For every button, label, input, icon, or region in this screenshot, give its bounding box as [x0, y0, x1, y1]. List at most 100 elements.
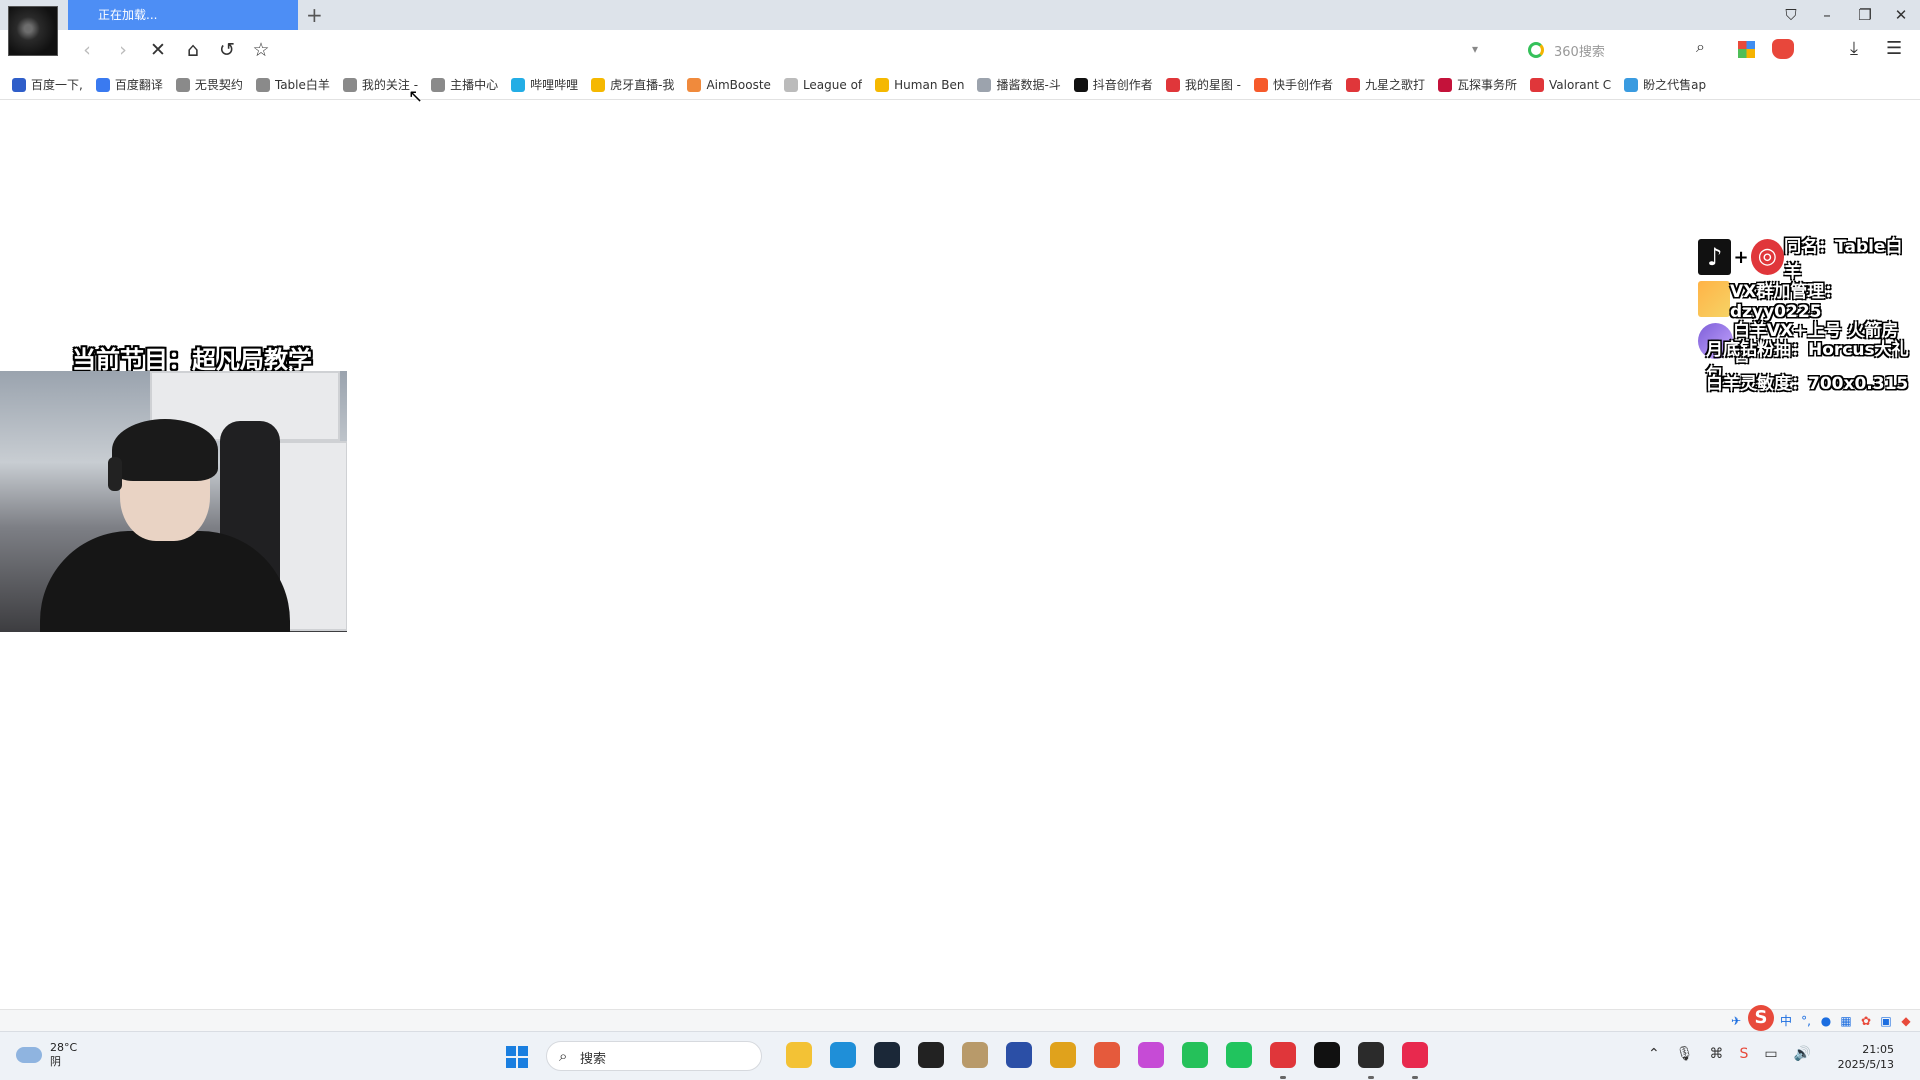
- back-button[interactable]: ‹: [74, 37, 100, 63]
- status-bar: ✈ S 中 °, ● ▦ ✿ ▣ ◆: [0, 1005, 1920, 1031]
- tab-loading[interactable]: 正在加载...: [68, 0, 298, 30]
- pin-icon[interactable]: ⛉: [1772, 0, 1810, 30]
- bookmark-item[interactable]: 虎牙直播-我: [591, 74, 674, 96]
- reload-icon[interactable]: ↺: [214, 37, 240, 63]
- system-tray: ⌃ 🎙 ⌘ S ▭ 🔊: [1648, 1046, 1811, 1062]
- restore-button[interactable]: ❐: [1846, 0, 1884, 30]
- steam-icon[interactable]: [874, 1042, 900, 1068]
- bookmark-item[interactable]: Human Ben: [875, 74, 964, 96]
- color-wheel-icon[interactable]: [1138, 1042, 1164, 1068]
- bookmark-item[interactable]: AimBooste: [687, 74, 771, 96]
- bookmark-favicon-icon: [255, 77, 270, 92]
- bookmark-favicon-icon: [875, 77, 890, 92]
- social-sensitivity: 白羊灵敏度：700x0.315: [1706, 373, 1909, 394]
- apps-grid-icon[interactable]: [1738, 41, 1755, 58]
- bookmark-item[interactable]: 百度一下,: [12, 74, 83, 96]
- bookmark-item[interactable]: 哔哩哔哩: [511, 74, 578, 96]
- g-app-icon[interactable]: [1314, 1042, 1340, 1068]
- input-method-icon[interactable]: ⌘: [1710, 1046, 1724, 1062]
- clock-time: 21:05: [1862, 1043, 1894, 1056]
- bookmark-favicon-icon: [1253, 77, 1268, 92]
- bookmark-item[interactable]: 我的关注 -: [342, 74, 418, 96]
- user-avatar[interactable]: [8, 6, 58, 56]
- rocket-icon[interactable]: ✈: [1728, 1013, 1744, 1029]
- ime-punctuation-toggle[interactable]: °,: [1798, 1013, 1814, 1029]
- bookmark-item[interactable]: 主播中心: [431, 74, 498, 96]
- bag-icon[interactable]: [962, 1042, 988, 1068]
- paper-plane-icon[interactable]: [1094, 1042, 1120, 1068]
- bookmark-label: 无畏契约: [194, 78, 243, 92]
- stop-loading-button[interactable]: ✕: [145, 37, 171, 63]
- home-icon[interactable]: ⌂: [180, 37, 206, 63]
- search-icon[interactable]: ⌕: [1696, 37, 1705, 57]
- bookmark-label: 抖音创作者: [1092, 78, 1153, 92]
- microphone-icon[interactable]: 🎙: [1676, 1046, 1694, 1062]
- taskbar-search-box[interactable]: ⌕ 搜索: [546, 1041, 762, 1071]
- new-tab-button[interactable]: +: [306, 2, 323, 28]
- download-icon[interactable]: ⤓: [1850, 38, 1858, 59]
- edge-icon[interactable]: [830, 1042, 856, 1068]
- windows-start-icon[interactable]: [506, 1046, 528, 1068]
- file-explorer-icon[interactable]: [786, 1042, 812, 1068]
- netease-music-icon[interactable]: [1270, 1042, 1296, 1068]
- bookmark-item[interactable]: 抖音创作者: [1073, 74, 1153, 96]
- search-input[interactable]: 360搜索: [1522, 39, 1712, 61]
- bookmark-item[interactable]: Table白羊: [255, 74, 330, 96]
- bookmark-favicon-icon: [1438, 77, 1452, 92]
- bookmark-item[interactable]: 九星之歌打: [1345, 74, 1425, 96]
- bookmark-item[interactable]: 百度翻译: [95, 74, 163, 96]
- bookmark-item[interactable]: 无畏契约: [175, 74, 243, 96]
- bookmark-label: 虎牙直播-我: [610, 78, 675, 92]
- bookmark-label: 瓦探事务所: [1457, 78, 1518, 92]
- bookmark-favicon-icon: [511, 77, 526, 92]
- bookmark-item[interactable]: 盼之代售ap: [1624, 74, 1706, 96]
- minimize-button[interactable]: –: [1808, 0, 1846, 30]
- bookmark-item[interactable]: 快手创作者: [1253, 74, 1333, 96]
- weather-condition: 阴: [50, 1055, 61, 1068]
- weather-widget[interactable]: 28°C 阴: [16, 1041, 77, 1069]
- grid-icon[interactable]: ▣: [1878, 1013, 1894, 1029]
- tray-expand-icon[interactable]: ⌃: [1648, 1046, 1660, 1062]
- bookmark-favicon-icon: [175, 77, 190, 92]
- sogou-ime-icon[interactable]: S: [1748, 1005, 1774, 1031]
- bookmark-item[interactable]: Valorant C: [1530, 74, 1611, 96]
- obs-icon[interactable]: [1358, 1042, 1384, 1068]
- live-app-icon[interactable]: [1402, 1042, 1428, 1068]
- game-center-icon[interactable]: [1772, 39, 1794, 59]
- bookmark-item[interactable]: 瓦探事务所: [1438, 74, 1517, 96]
- close-button[interactable]: ✕: [1882, 0, 1920, 30]
- skin-icon[interactable]: ◆: [1898, 1013, 1914, 1029]
- menu-icon[interactable]: ☰: [1886, 38, 1902, 59]
- gift-icon: [1698, 281, 1730, 317]
- ime-language-toggle[interactable]: 中: [1778, 1013, 1794, 1029]
- address-dropdown-icon[interactable]: ▾: [1472, 42, 1478, 56]
- gift-icon[interactable]: ✿: [1858, 1013, 1874, 1029]
- glasses-app-icon[interactable]: [1050, 1042, 1076, 1068]
- microphone-icon[interactable]: ●: [1818, 1013, 1834, 1029]
- bookmark-label: 播酱数据-斗: [996, 78, 1061, 92]
- volume-icon[interactable]: 🔊: [1794, 1046, 1811, 1062]
- keyboard-icon[interactable]: ▦: [1838, 1013, 1854, 1029]
- circle-app-icon[interactable]: [1006, 1042, 1032, 1068]
- bookmark-favicon-icon: [1345, 77, 1360, 92]
- program-title: 当前节目：超凡局教学: [72, 346, 312, 374]
- title-bar: 正在加载... + ⛉ – ❐ ✕: [0, 0, 1920, 30]
- taskbar: 28°C 阴 ⌕ 搜索 ⌃ 🎙 ⌘ S ▭ 🔊 21:05 2025/5/13: [0, 1031, 1920, 1080]
- favorite-star-icon[interactable]: ☆: [248, 37, 274, 63]
- running-indicator: [1368, 1076, 1374, 1079]
- tab-title: 正在加载...: [98, 8, 158, 22]
- netease-cloud-music-icon: ◎: [1750, 239, 1785, 275]
- play-icon[interactable]: [1182, 1042, 1208, 1068]
- bookmark-item[interactable]: 播酱数据-斗: [977, 74, 1061, 96]
- bookmark-label: AimBooste: [706, 77, 771, 92]
- bookmark-label: Table白羊: [274, 78, 330, 92]
- page-content: 当前节目：超凡局教学 ♪ + ◎ 同名：Table白羊 VX群加管理：dzyy0…: [0, 101, 1920, 1009]
- network-icon[interactable]: ▭: [1764, 1046, 1777, 1062]
- bookmark-item[interactable]: League of: [783, 74, 862, 96]
- sogou-tray-icon[interactable]: S: [1740, 1046, 1749, 1062]
- qq-icon[interactable]: [918, 1042, 944, 1068]
- system-clock[interactable]: 21:05 2025/5/13: [1838, 1042, 1894, 1072]
- forward-button[interactable]: ›: [110, 37, 136, 63]
- wechat-icon[interactable]: [1226, 1042, 1252, 1068]
- bookmark-item[interactable]: 我的星图 -: [1165, 74, 1241, 96]
